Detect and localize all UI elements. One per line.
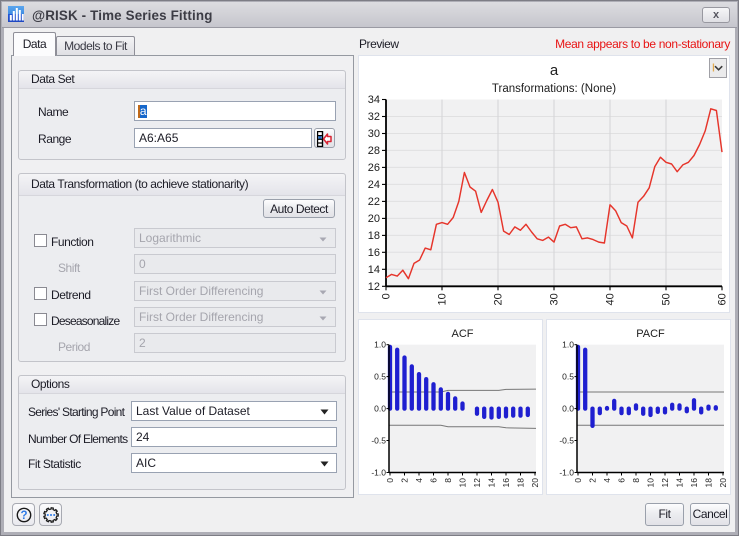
svg-text:32: 32 <box>368 111 380 123</box>
svg-text:PACF: PACF <box>636 328 665 340</box>
svg-text:8: 8 <box>631 478 641 483</box>
svg-text:12: 12 <box>660 478 670 488</box>
svg-text:12: 12 <box>472 478 482 488</box>
svg-text:-0.5: -0.5 <box>559 435 574 445</box>
svg-text:?: ? <box>20 510 27 522</box>
svg-text:Transformations: (None): Transformations: (None) <box>492 83 616 95</box>
svg-text:20: 20 <box>718 478 728 488</box>
svg-text:18: 18 <box>704 478 714 488</box>
svg-text:60: 60 <box>717 293 729 305</box>
svg-text:-1.0: -1.0 <box>559 467 574 477</box>
svg-text:0: 0 <box>573 478 583 483</box>
svg-text:2: 2 <box>400 478 410 483</box>
svg-text:30: 30 <box>368 128 380 140</box>
svg-text:20: 20 <box>368 213 380 225</box>
svg-text:28: 28 <box>368 145 380 157</box>
svg-text:22: 22 <box>368 196 380 208</box>
svg-text:16: 16 <box>689 478 699 488</box>
svg-text:8: 8 <box>443 478 453 483</box>
svg-text:1.0: 1.0 <box>374 340 386 350</box>
svg-text:6: 6 <box>429 478 439 483</box>
svg-text:50: 50 <box>661 293 673 305</box>
svg-text:20: 20 <box>493 293 505 305</box>
svg-text:4: 4 <box>602 478 612 483</box>
svg-text:14: 14 <box>487 478 497 488</box>
svg-text:40: 40 <box>605 293 617 305</box>
svg-text:10: 10 <box>646 478 656 488</box>
svg-text:ACF: ACF <box>452 328 474 340</box>
svg-text:10: 10 <box>437 293 449 305</box>
svg-text:10: 10 <box>458 478 468 488</box>
svg-text:16: 16 <box>501 478 511 488</box>
svg-text:18: 18 <box>368 230 380 242</box>
svg-text:24: 24 <box>368 179 380 191</box>
svg-text:-1.0: -1.0 <box>371 467 386 477</box>
svg-text:14: 14 <box>675 478 685 488</box>
svg-text:16: 16 <box>368 247 380 259</box>
svg-text:a: a <box>550 62 559 79</box>
svg-text:0: 0 <box>381 293 393 299</box>
svg-text:34: 34 <box>368 94 380 106</box>
svg-text:0.5: 0.5 <box>562 371 574 381</box>
svg-text:0.5: 0.5 <box>374 371 386 381</box>
svg-text:0.0: 0.0 <box>562 403 574 413</box>
svg-text:6: 6 <box>617 478 627 483</box>
svg-text:12: 12 <box>368 281 380 293</box>
svg-text:18: 18 <box>516 478 526 488</box>
svg-text:4: 4 <box>414 478 424 483</box>
svg-text:20: 20 <box>530 478 540 488</box>
svg-text:30: 30 <box>549 293 561 305</box>
svg-text:-0.5: -0.5 <box>371 435 386 445</box>
svg-text:1.0: 1.0 <box>562 340 574 350</box>
svg-text:26: 26 <box>368 162 380 174</box>
svg-text:0: 0 <box>385 478 395 483</box>
svg-text:14: 14 <box>368 264 380 276</box>
svg-text:0.0: 0.0 <box>374 403 386 413</box>
svg-text:2: 2 <box>588 478 598 483</box>
